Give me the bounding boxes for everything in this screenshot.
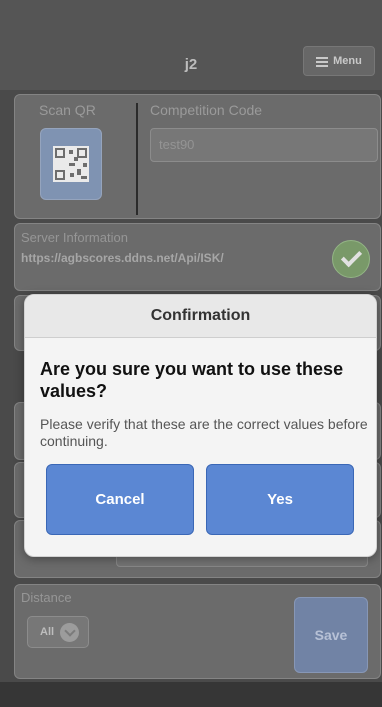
scan-qr-button[interactable]	[40, 128, 102, 200]
competition-code-label: Competition Code	[150, 102, 263, 118]
chevron-down-icon	[60, 622, 80, 642]
competition-panel: Scan QR Competition Code test90	[14, 94, 381, 219]
server-info-label: Server Information	[21, 230, 128, 245]
qr-code-icon	[53, 146, 89, 182]
bottom-bar	[0, 682, 382, 707]
confirmation-dialog: Confirmation Are you sure you want to us…	[24, 294, 377, 557]
menu-button-label: Menu	[333, 55, 362, 67]
dialog-question: Are you sure you want to use these value…	[40, 359, 344, 401]
distance-panel: Distance All Save	[14, 584, 381, 679]
app-screen: j2 Menu Scan QR Competition Code test90 …	[0, 0, 382, 707]
yes-button[interactable]: Yes	[206, 464, 354, 535]
dialog-message: Please verify that these are the correct…	[40, 416, 368, 449]
distance-label: Distance	[21, 590, 72, 605]
distance-selected-value: All	[40, 626, 55, 638]
top-bar: j2 Menu	[0, 0, 382, 90]
distance-select[interactable]: All	[27, 616, 89, 648]
scan-qr-label: Scan QR	[39, 102, 96, 118]
cancel-button[interactable]: Cancel	[46, 464, 194, 535]
menu-button[interactable]: Menu	[303, 46, 375, 76]
hamburger-icon	[316, 56, 329, 67]
check-icon	[332, 240, 370, 278]
panel-divider	[136, 103, 138, 215]
save-button[interactable]: Save	[294, 597, 368, 673]
server-panel: Server Information https://agbscores.ddn…	[14, 223, 381, 291]
competition-code-input[interactable]: test90	[150, 128, 378, 162]
server-url: https://agbscores.ddns.net/Api/ISK/	[21, 251, 224, 265]
dialog-title: Confirmation	[25, 295, 376, 338]
